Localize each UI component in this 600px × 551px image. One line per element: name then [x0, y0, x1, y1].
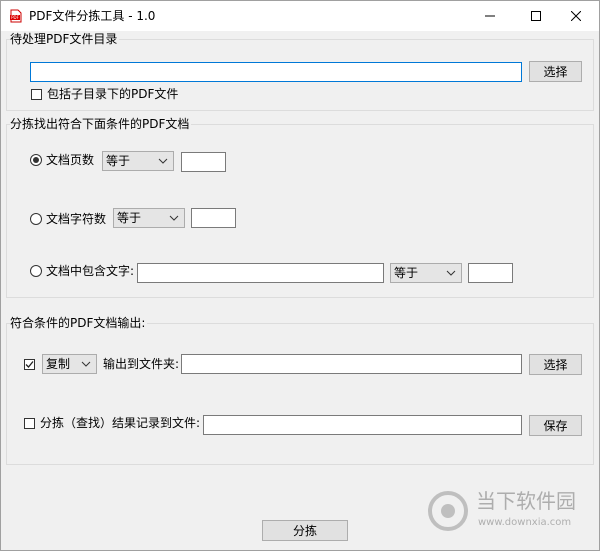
char-count-label: 文档字符数: [46, 212, 107, 226]
title-bar: PDF PDF文件分拣工具 - 1.0: [1, 1, 599, 31]
watermark-brand: 当下软件园: [476, 489, 576, 513]
source-select-button[interactable]: 选择: [529, 61, 582, 82]
char-count-operator-select[interactable]: 等于: [113, 208, 185, 228]
copy-mode-value: 复制: [46, 357, 71, 371]
output-select-button[interactable]: 选择: [529, 354, 582, 375]
window-title: PDF文件分拣工具 - 1.0: [29, 9, 156, 23]
contains-text-radio[interactable]: [30, 265, 42, 277]
page-count-radio[interactable]: [30, 154, 42, 166]
minimize-icon: [485, 15, 495, 17]
pdf-app-icon: PDF: [10, 9, 22, 23]
watermark-url: www.downxia.com: [478, 517, 572, 528]
save-log-button[interactable]: 保存: [529, 415, 582, 436]
page-count-label: 文档页数: [46, 153, 95, 167]
char-count-value-input[interactable]: [191, 208, 236, 228]
contains-text-operator-value: 等于: [394, 266, 419, 280]
chevron-down-icon: [169, 215, 179, 221]
log-to-file-checkbox[interactable]: [24, 418, 35, 429]
radio-selected-dot: [33, 157, 39, 163]
minimize-button[interactable]: [467, 1, 513, 31]
chevron-down-icon: [81, 361, 91, 367]
checkmark-icon: [25, 361, 34, 368]
contains-text-operator-select[interactable]: 等于: [390, 263, 462, 283]
char-count-operator-value: 等于: [117, 211, 142, 225]
contains-text-input[interactable]: [137, 263, 384, 283]
output-folder-label: 输出到文件夹:: [103, 357, 180, 371]
pdf-app-icon-text: PDF: [11, 15, 19, 20]
log-file-input[interactable]: [203, 415, 522, 435]
source-group-title: 待处理PDF文件目录: [10, 32, 120, 46]
log-to-file-label: 分拣（查找）结果记录到文件:: [40, 416, 201, 430]
watermark-logo-icon: [428, 491, 468, 531]
copy-mode-select[interactable]: 复制: [42, 354, 97, 374]
page-count-value-input[interactable]: [181, 152, 226, 172]
sort-button[interactable]: 分拣: [262, 520, 348, 541]
contains-text-label: 文档中包含文字:: [46, 264, 135, 278]
chevron-down-icon: [158, 158, 168, 164]
output-group-title: 符合条件的PDF文档输出:: [10, 316, 148, 330]
watermark: 当下软件园 www.downxia.com: [426, 485, 596, 543]
include-subdirs-checkbox[interactable]: [31, 89, 42, 100]
output-folder-input[interactable]: [181, 354, 522, 374]
contains-text-value-input[interactable]: [468, 263, 513, 283]
page-count-operator-value: 等于: [106, 154, 131, 168]
output-group: [6, 323, 594, 465]
chevron-down-icon: [446, 270, 456, 276]
close-button[interactable]: [553, 1, 599, 31]
criteria-group-title: 分拣找出符合下面条件的PDF文档: [10, 117, 192, 131]
app-window: PDF PDF文件分拣工具 - 1.0 待处理PDF文件目录 选择 包括子目录下…: [0, 0, 600, 551]
char-count-radio[interactable]: [30, 213, 42, 225]
source-path-input[interactable]: [30, 62, 522, 82]
copy-output-checkbox[interactable]: [24, 359, 35, 370]
maximize-icon: [531, 11, 541, 21]
close-icon: [571, 11, 581, 21]
page-count-operator-select[interactable]: 等于: [102, 151, 174, 171]
include-subdirs-label: 包括子目录下的PDF文件: [47, 87, 179, 101]
